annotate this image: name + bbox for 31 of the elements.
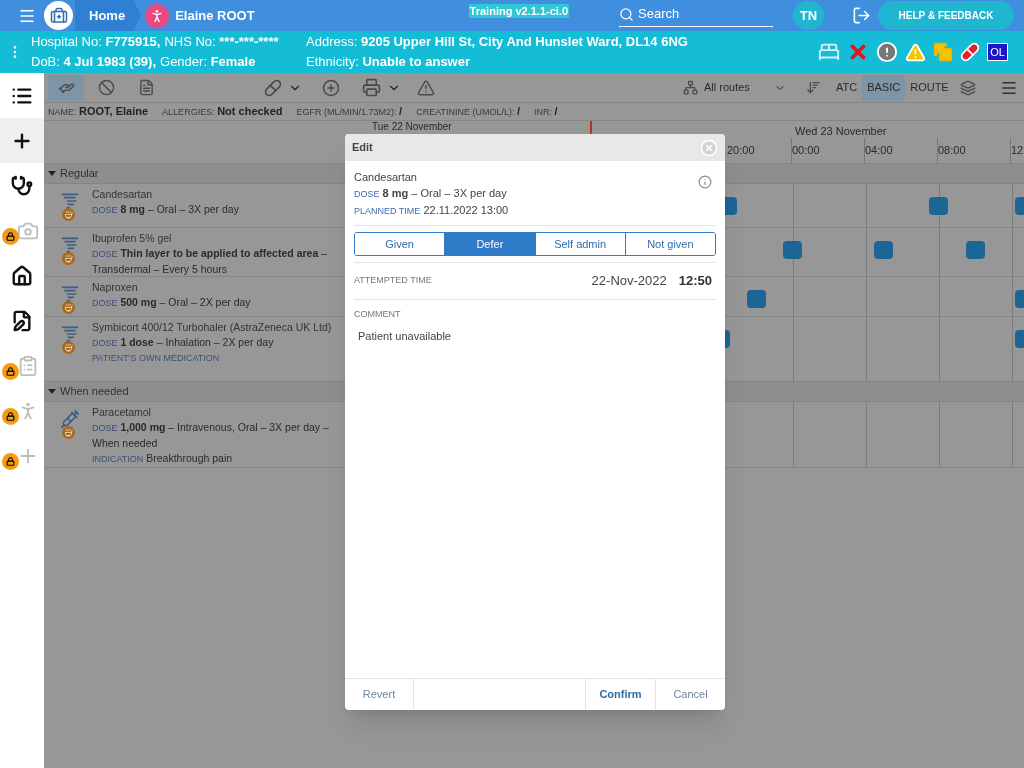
- patient-info: INR: /: [534, 104, 558, 120]
- dose-text: DOSE 8 mg – Oral – 3X per day: [92, 202, 240, 217]
- patient-field: Address: 9205 Upper Hill St, City And Hunslet Ward, DL14 6NG: [306, 32, 688, 52]
- day-label: Wed 23 November: [795, 124, 887, 139]
- patient-field: Hospital No: F775915,: [31, 32, 161, 52]
- patient-info: NAME: ROOT, Elaine: [48, 104, 149, 120]
- patient-field: Ethnicity: Unable to answer: [306, 52, 470, 72]
- day-label: Tue 22 November: [372, 121, 452, 133]
- hour-label: 20:00: [727, 143, 755, 158]
- patient-field: NHS No: ***-***-****: [164, 32, 279, 52]
- patient-field: DoB: 4 Jul 1983 (39),: [31, 52, 157, 72]
- patient-field: Gender: Female: [160, 52, 256, 72]
- dose-text: DOSE 1 dose – Inhalation – 2X per day: [92, 335, 275, 350]
- medication-note: PATIENT'S OWN MEDICATION: [92, 352, 221, 365]
- group-label: When needed: [60, 384, 129, 400]
- patient-info: CREATININE (UMOL/L): /: [416, 104, 521, 120]
- dose-text: DOSE 500 mg – Oral – 2X per day: [92, 295, 252, 310]
- dose-text: DOSE Thin layer to be applied to affected area – Transdermal – Every 5 hours: [92, 246, 328, 276]
- dialog-title: Edit: [352, 140, 373, 156]
- dose-text: DOSE 8 mg – Oral – 3X per day: [354, 186, 508, 201]
- patient-info: EGFR (ML/MIN/1.73M2): /: [296, 104, 403, 120]
- field-label: COMMENT: [354, 308, 402, 321]
- patient-info: ALLERGIES: Not checked: [162, 104, 283, 120]
- field-label: ATTEMPTED TIME: [354, 274, 432, 288]
- planned-time: PLANNED TIME 22.11.2022 13:00: [354, 203, 509, 218]
- medication-name: Candesartan: [354, 170, 418, 185]
- build-badge: Training v2.1.1-ci.0: [468, 3, 570, 18]
- comment-text: Patient unavailable: [357, 328, 452, 344]
- indication-text: INDICATION Breakthrough pain: [92, 451, 234, 466]
- dose-text: DOSE 1,000 mg – Intravenous, Oral – 3X per day – When needed: [92, 420, 330, 451]
- group-label: Regular: [60, 166, 99, 182]
